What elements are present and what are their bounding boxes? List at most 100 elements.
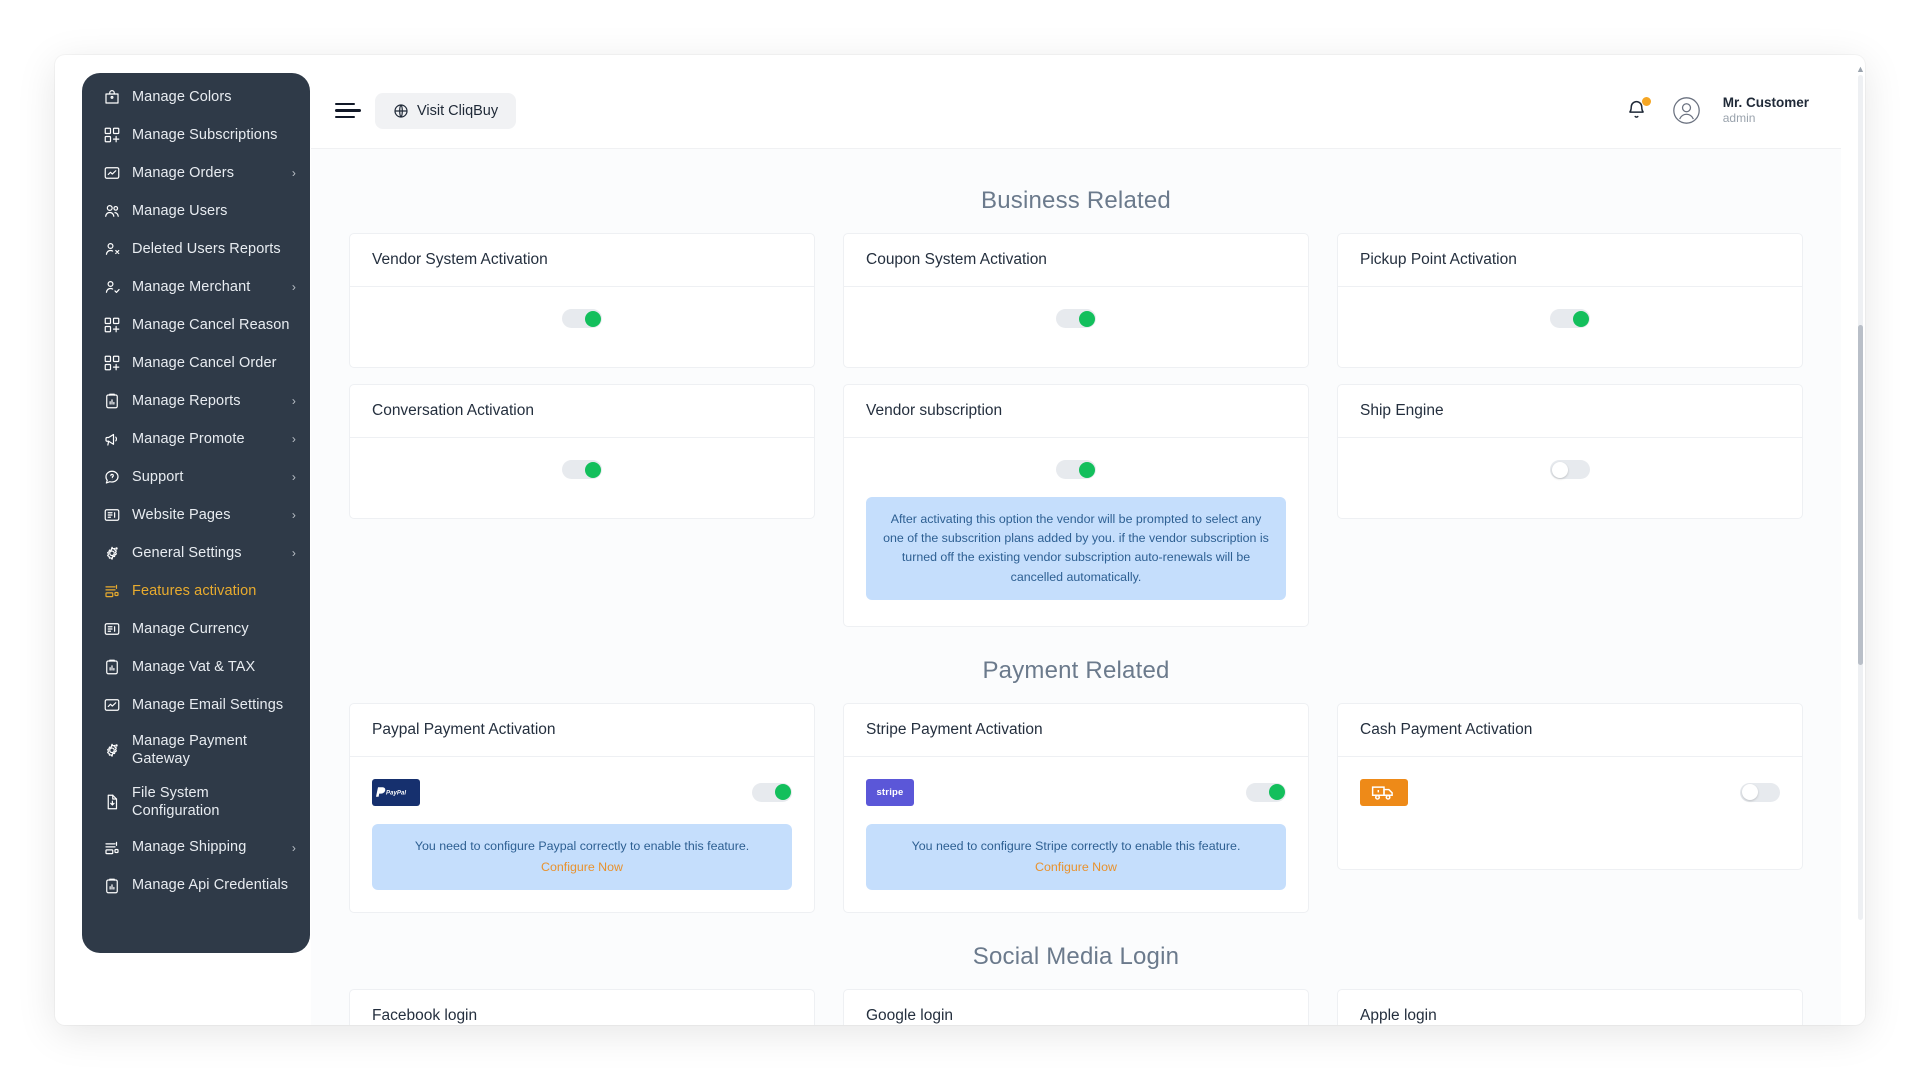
- sidebar-item-manage-reports[interactable]: Manage Reports ›: [82, 382, 310, 420]
- visit-site-button[interactable]: Visit CliqBuy: [375, 92, 517, 129]
- toggle-paypal-payment-activation[interactable]: [752, 782, 792, 802]
- sidebar-item-support[interactable]: Support ›: [82, 458, 310, 496]
- toggle-knob: [1268, 784, 1285, 801]
- sidebar-item-general-settings[interactable]: General Settings ›: [82, 534, 310, 572]
- toggle-row: [866, 456, 1286, 479]
- sidebar-item-deleted-users-reports[interactable]: Deleted Users Reports: [82, 230, 310, 268]
- sidebar-item-manage-currency[interactable]: Manage Currency: [82, 610, 310, 648]
- toggle-stripe-payment-activation[interactable]: [1246, 782, 1286, 802]
- megaphone-icon: [102, 430, 121, 449]
- sidebar-scrollbar-thumb[interactable]: [1858, 325, 1863, 665]
- card-facebook-login: Facebook login: [349, 989, 815, 1025]
- chevron-right-icon: ›: [291, 432, 296, 446]
- card-title: Coupon System Activation: [844, 234, 1308, 287]
- business-cards-grid: Vendor System Activation Coupon System Ac…: [349, 233, 1803, 627]
- sidebar-item-label: Manage Merchant: [132, 278, 251, 295]
- sidebar-item-manage-email-settings[interactable]: Manage Email Settings: [82, 686, 310, 724]
- sidebar-item-manage-vat-tax[interactable]: Manage Vat & TAX: [82, 648, 310, 686]
- toggle-knob: [1078, 461, 1095, 478]
- configure-alert-text: You need to configure Stripe correctly t…: [911, 838, 1241, 853]
- sidebar-item-manage-colors[interactable]: Manage Colors: [82, 78, 310, 116]
- card-title: Paypal Payment Activation: [350, 704, 814, 757]
- card-title: Apple login: [1338, 990, 1802, 1025]
- configure-alert-text: You need to configure Paypal correctly t…: [414, 838, 750, 853]
- sidebar-item-label: Support: [132, 468, 184, 485]
- card-body: [1338, 757, 1802, 869]
- sidebar-item-label: Manage Email Settings: [132, 696, 284, 713]
- sidebar-item-manage-payment-gateway[interactable]: Manage Payment Gateway: [82, 724, 310, 776]
- sidebar-item-manage-orders[interactable]: Manage Orders ›: [82, 154, 310, 192]
- gear-icon: [102, 741, 121, 760]
- toggle-row: [372, 305, 792, 328]
- toggle-pickup-point-activation[interactable]: [1550, 309, 1590, 328]
- sidebar-item-features-activation[interactable]: Features activation: [82, 572, 310, 610]
- sliders-icon: [102, 582, 121, 601]
- card-coupon-system-activation: Coupon System Activation: [843, 233, 1309, 368]
- toggle-ship-engine[interactable]: [1550, 460, 1590, 479]
- card-body: [1338, 287, 1802, 367]
- sidebar-item-label: Manage Colors: [132, 88, 232, 105]
- toggle-knob: [774, 784, 791, 801]
- toggle-knob: [584, 310, 601, 327]
- sidebar-item-manage-shipping[interactable]: Manage Shipping ›: [82, 829, 310, 867]
- toggle-conversation-activation[interactable]: [562, 460, 602, 479]
- sidebar-item-label: Manage Reports: [132, 392, 241, 409]
- app-window: Manage AttributeManage ColorsManage Subs…: [55, 55, 1865, 1025]
- toggle-row: [372, 456, 792, 479]
- user-role: admin: [1722, 111, 1756, 126]
- configure-now-link[interactable]: Configure Now: [386, 858, 778, 877]
- card-apple-login: Apple login: [1337, 989, 1803, 1025]
- sidebar-item-manage-promote[interactable]: Manage Promote ›: [82, 420, 310, 458]
- sidebar-item-label: Manage Users: [132, 202, 228, 219]
- sidebar-item-manage-api-credentials[interactable]: Manage Api Credentials: [82, 867, 310, 905]
- card-body: [1338, 438, 1802, 518]
- payment-cards-grid: Paypal Payment Activation PayPal You need …: [349, 702, 1803, 914]
- toggle-knob: [1572, 310, 1589, 327]
- toggle-row: [1360, 456, 1780, 479]
- sidebar-item-website-pages[interactable]: Website Pages ›: [82, 496, 310, 534]
- sidebar-item-manage-cancel-reason[interactable]: Manage Cancel Reason: [82, 306, 310, 344]
- chevron-right-icon: ›: [291, 166, 296, 180]
- toggle-knob: [1551, 461, 1568, 478]
- toggle-knob: [1078, 310, 1095, 327]
- sidebar-item-manage-users[interactable]: Manage Users: [82, 192, 310, 230]
- pages-icon: [102, 620, 121, 639]
- gear-icon: [102, 544, 121, 563]
- sidebar-item-manage-subscriptions[interactable]: Manage Subscriptions: [82, 116, 310, 154]
- grid-plus-icon: [102, 126, 121, 145]
- sidebar-item-label: Manage Shipping: [132, 839, 247, 856]
- clipboard-chart-icon: [102, 392, 121, 411]
- toggle-row: [866, 305, 1286, 328]
- chevron-right-icon: ›: [291, 840, 296, 855]
- card-title: Facebook login: [350, 990, 814, 1025]
- card-vendor-system-activation: Vendor System Activation: [349, 233, 815, 368]
- sidebar-item-file-system-configuration[interactable]: File System Configuration: [82, 776, 310, 828]
- sidebar-item-label: Manage Payment Gateway: [132, 733, 248, 768]
- toggle-vendor-subscription[interactable]: [1056, 460, 1096, 479]
- sidebar-scroll-up-arrow[interactable]: ▲: [1856, 65, 1865, 74]
- grid-plus-icon: [102, 316, 121, 335]
- top-header: Visit CliqBuy Mr. Customer admin: [311, 73, 1841, 149]
- toggle-vendor-system-activation[interactable]: [562, 309, 602, 328]
- main-content: Business Related Vendor System Activatio…: [311, 149, 1841, 1025]
- sidebar-item-label: Website Pages: [132, 506, 231, 523]
- sidebar-item-label: General Settings: [132, 544, 242, 561]
- configure-now-link[interactable]: Configure Now: [880, 858, 1272, 877]
- chevron-right-icon: ›: [291, 394, 296, 408]
- hamburger-menu-icon[interactable]: [335, 101, 361, 121]
- notifications-bell-icon[interactable]: [1626, 96, 1651, 124]
- section-title-business: Business Related: [981, 187, 1171, 214]
- svg-text:PayPal: PayPal: [386, 791, 406, 797]
- sidebar-item-manage-merchant[interactable]: Manage Merchant ›: [82, 268, 310, 306]
- toggle-cash-payment-activation[interactable]: [1740, 782, 1780, 802]
- user-menu[interactable]: Mr. Customer admin: [1723, 95, 1809, 127]
- toggle-coupon-system-activation[interactable]: [1056, 309, 1096, 328]
- sidebar-item-label: Manage Subscriptions: [132, 126, 278, 143]
- card-body: After activating this option the vendor …: [844, 438, 1308, 626]
- grid-plus-icon: [102, 354, 121, 373]
- card-cash-payment-activation: Cash Payment Activation: [1337, 702, 1803, 870]
- avatar[interactable]: [1672, 96, 1701, 125]
- sidebar-item-label: Manage Cancel Reason: [132, 316, 290, 333]
- configure-alert: You need to configure Paypal correctly t…: [372, 823, 792, 891]
- sidebar-item-manage-cancel-order[interactable]: Manage Cancel Order: [82, 344, 310, 382]
